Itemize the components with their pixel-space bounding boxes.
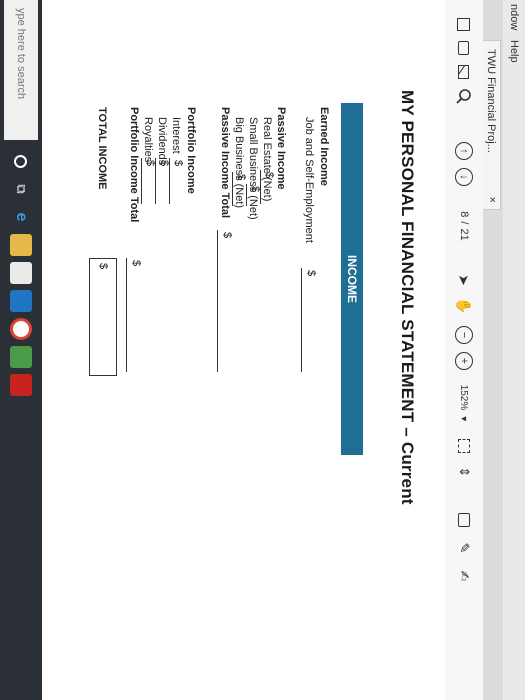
real-estate-label: Real Estate (Net)	[261, 117, 273, 202]
portfolio-income-heading: Portfolio Income	[185, 107, 197, 194]
print-icon	[458, 41, 470, 55]
big-business-currency: $	[235, 174, 247, 181]
start-icon[interactable]	[10, 150, 32, 172]
zoom-in-icon: +	[455, 352, 473, 370]
search-icon	[456, 89, 471, 104]
fit-page-button[interactable]	[453, 434, 475, 458]
file-explorer-icon[interactable]	[10, 234, 32, 256]
interest-currency: $	[172, 160, 184, 167]
page-current[interactable]: 8	[458, 211, 470, 217]
acrobat-icon[interactable]	[10, 374, 32, 396]
tab-bar: TWU Financial Proj... ×	[483, 0, 503, 700]
income-header: INCOME	[341, 103, 363, 455]
total-income-label: TOTAL INCOME	[96, 107, 108, 190]
email-button[interactable]	[453, 62, 475, 82]
page-separator: /	[458, 221, 470, 225]
sign-button[interactable]: ✍	[453, 566, 475, 586]
zoom-level: 152%	[458, 384, 470, 411]
royalties-field[interactable]	[141, 158, 142, 204]
passive-income-heading: Passive Income	[275, 107, 287, 190]
zoom-level-dropdown[interactable]: 152% ▾	[453, 380, 475, 426]
total-income-field[interactable]: $	[89, 258, 117, 376]
mail-icon[interactable]	[10, 290, 32, 312]
taskbar-search-input[interactable]: ype here to search	[4, 0, 38, 140]
portfolio-income-total-currency: $	[130, 260, 142, 267]
print-button[interactable]	[453, 38, 475, 58]
big-business-label: Big Business (Net)	[233, 117, 245, 209]
chevron-down-icon: ▾	[458, 416, 470, 422]
highlight-button[interactable]: ✎	[453, 538, 475, 558]
arrow-up-icon: ↑	[455, 142, 473, 160]
select-tool-button[interactable]: ➤	[453, 270, 475, 290]
total-income-currency: $	[97, 263, 109, 270]
earned-income-heading: Earned Income	[318, 107, 330, 186]
royalties-currency: $	[144, 160, 156, 167]
search-button[interactable]	[453, 86, 475, 106]
task-view-icon[interactable]: ⧉	[10, 178, 32, 200]
scroll-mode-button[interactable]: ⇕	[453, 462, 475, 482]
save-icon	[457, 17, 471, 31]
comment-button[interactable]	[453, 510, 475, 530]
hand-tool-button[interactable]: ✋	[453, 296, 475, 316]
screen: ndow Help TWU Financial Proj... × ↑ ↓ 8 …	[0, 0, 525, 700]
cursor-icon: ➤	[456, 274, 473, 286]
passive-income-total-field[interactable]	[217, 230, 218, 372]
menu-bar: ndow Help	[502, 0, 525, 700]
store-icon[interactable]	[10, 262, 32, 284]
next-page-button[interactable]: ↓	[453, 166, 475, 188]
royalties-label: Royalties	[142, 117, 154, 163]
pdf-toolbar: ↑ ↓ 8 / 21 ➤ ✋ − + 152% ▾ ⇕ ✎ ✍	[444, 0, 483, 700]
passive-income-total-currency: $	[221, 232, 233, 239]
zoom-out-button[interactable]: −	[453, 324, 475, 346]
scroll-mode-icon: ⇕	[457, 466, 472, 478]
job-self-employment-currency: $	[305, 270, 317, 277]
portfolio-income-total-label: Portfolio Income Total	[128, 107, 140, 223]
pen-icon: ✎	[457, 542, 472, 554]
comment-icon	[458, 513, 470, 527]
document-tab[interactable]: TWU Financial Proj... ×	[483, 40, 501, 210]
close-tab-icon[interactable]: ×	[486, 197, 498, 203]
portfolio-income-total-field[interactable]	[126, 258, 127, 372]
arrow-down-icon: ↓	[455, 168, 473, 186]
save-button[interactable]	[453, 14, 475, 34]
statement-title: MY PERSONAL FINANCIAL STATEMENT – Curren…	[398, 90, 417, 505]
small-business-label: Small Business (Net)	[247, 117, 259, 220]
interest-label: Interest	[170, 117, 182, 154]
small-business-field[interactable]	[246, 184, 247, 206]
real-estate-currency: $	[263, 172, 275, 179]
small-business-currency: $	[249, 186, 261, 193]
email-icon	[458, 65, 470, 79]
menu-help[interactable]: Help	[508, 40, 520, 63]
hand-icon: ✋	[456, 297, 473, 315]
zoom-out-icon: −	[455, 326, 473, 344]
taskbar: ype here to search ⧉ e	[0, 0, 42, 700]
dividends-currency: $	[158, 160, 170, 167]
zoom-in-button[interactable]: +	[453, 350, 475, 372]
calculator-icon[interactable]	[10, 346, 32, 368]
document-page: MY PERSONAL FINANCIAL STATEMENT – Curren…	[42, 0, 445, 700]
big-business-field[interactable]	[232, 172, 233, 206]
job-self-employment-field[interactable]	[301, 268, 302, 372]
dividends-label: Dividends	[156, 117, 168, 166]
fit-page-icon	[458, 439, 470, 453]
job-self-employment-label: Job and Self-Employment	[303, 117, 315, 243]
edge-icon[interactable]: e	[10, 206, 32, 228]
chrome-icon[interactable]	[10, 318, 32, 340]
menu-window[interactable]: ndow	[508, 4, 520, 30]
document-tab-title: TWU Financial Proj...	[485, 49, 497, 153]
passive-income-total-label: Passive Income Total	[219, 107, 231, 219]
page-total: 21	[458, 228, 470, 241]
page-indicator[interactable]: 8 / 21	[453, 196, 475, 256]
prev-page-button[interactable]: ↑	[453, 140, 475, 162]
sign-icon: ✍	[457, 570, 472, 582]
